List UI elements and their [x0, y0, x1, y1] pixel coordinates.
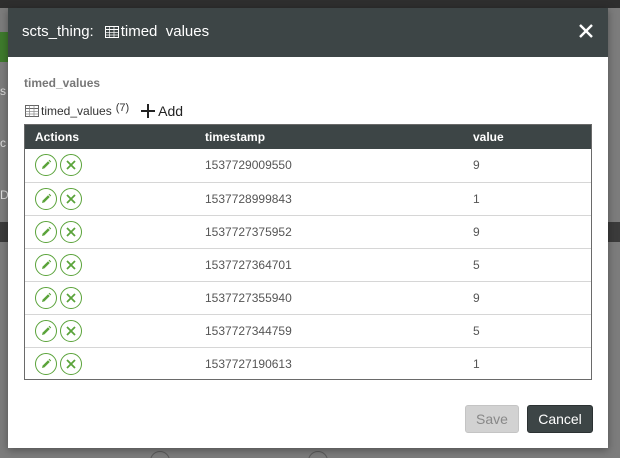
- row-actions: [35, 188, 82, 210]
- edit-row-button[interactable]: [35, 154, 57, 176]
- value-cell: 9: [473, 291, 480, 305]
- plus-icon: [141, 104, 156, 118]
- add-label: Add: [158, 103, 184, 119]
- grid-icon: [104, 25, 119, 38]
- edit-row-button[interactable]: [35, 353, 57, 375]
- x-circle-icon: [65, 358, 77, 370]
- timestamp-cell: 1537727190613: [205, 357, 292, 371]
- edit-row-button[interactable]: [35, 188, 57, 210]
- cancel-button[interactable]: Cancel: [527, 405, 593, 433]
- x-circle-icon: [65, 226, 77, 238]
- edit-row-button[interactable]: [35, 320, 57, 342]
- table-row: 1537727190613 1: [25, 347, 591, 380]
- delete-row-button[interactable]: [60, 188, 82, 210]
- table-row: 1537727364701 5: [25, 248, 591, 281]
- collection-count: (7): [115, 102, 130, 114]
- delete-row-button[interactable]: [60, 320, 82, 342]
- timestamp-cell: 1537727364701: [205, 258, 292, 272]
- table-row: 1537727344759 5: [25, 314, 591, 347]
- background-text-fragment: c: [0, 136, 6, 150]
- table-row: 1537729009550 9: [25, 149, 591, 182]
- pencil-icon: [40, 193, 52, 205]
- table-row: 1537727355940 9: [25, 281, 591, 314]
- delete-row-button[interactable]: [60, 254, 82, 276]
- pencil-icon: [40, 325, 52, 337]
- value-cell: 1: [473, 357, 480, 371]
- value-cell: 5: [473, 258, 480, 272]
- grid-icon: [25, 105, 39, 117]
- thing-name: scts_thing:: [22, 23, 94, 40]
- modal-header: scts_thing: timed values: [8, 8, 608, 57]
- edit-row-button[interactable]: [35, 221, 57, 243]
- timestamp-cell: 1537728999843: [205, 192, 292, 206]
- table-body: 1537729009550 9 1537728999843 1 153772737595…: [25, 149, 591, 380]
- entity-title: timed values: [104, 23, 210, 40]
- row-actions: [35, 254, 82, 276]
- pencil-icon: [40, 159, 52, 171]
- x-circle-icon: [65, 193, 77, 205]
- row-actions: [35, 154, 82, 176]
- value-cell: 9: [473, 158, 480, 172]
- pencil-icon: [40, 292, 52, 304]
- x-circle-icon: [65, 325, 77, 337]
- modal-title: scts_thing: timed values: [22, 23, 209, 40]
- row-actions: [35, 221, 82, 243]
- pencil-icon: [40, 259, 52, 271]
- column-header-value: value: [473, 130, 504, 144]
- background-text-fragment: s: [0, 84, 6, 98]
- x-circle-icon: [65, 159, 77, 171]
- row-actions: [35, 287, 82, 309]
- delete-row-button[interactable]: [60, 154, 82, 176]
- timestamp-cell: 1537727375952: [205, 225, 292, 239]
- value-cell: 9: [473, 225, 480, 239]
- collection-toolbar: timed_values (7) Add: [25, 102, 183, 120]
- row-actions: [35, 320, 82, 342]
- collection-label: timed_values: [41, 104, 112, 118]
- add-button[interactable]: Add: [141, 103, 183, 119]
- pencil-icon: [40, 358, 52, 370]
- table-row: 1537727375952 9: [25, 215, 591, 248]
- edit-thing-modal: scts_thing: timed values timed_values ti…: [8, 8, 608, 448]
- table-header: Actions timestamp value: [25, 125, 591, 149]
- delete-row-button[interactable]: [60, 353, 82, 375]
- row-actions: [35, 353, 82, 375]
- timestamp-cell: 1537727355940: [205, 291, 292, 305]
- column-header-timestamp: timestamp: [205, 130, 266, 144]
- timed-values-table: Actions timestamp value 1537729009550 9 15…: [24, 124, 592, 380]
- entity-title-label: timed values: [120, 23, 210, 40]
- timestamp-cell: 1537727344759: [205, 324, 292, 338]
- edit-row-button[interactable]: [35, 287, 57, 309]
- background-topbar: [0, 0, 620, 8]
- x-circle-icon: [65, 259, 77, 271]
- value-cell: 5: [473, 324, 480, 338]
- pencil-icon: [40, 226, 52, 238]
- table-row: 1537728999843 1: [25, 182, 591, 215]
- timestamp-cell: 1537729009550: [205, 158, 292, 172]
- value-cell: 1: [473, 192, 480, 206]
- close-icon: [579, 24, 593, 38]
- close-button[interactable]: [576, 21, 596, 41]
- section-title: timed_values: [24, 76, 101, 90]
- column-header-actions: Actions: [35, 130, 80, 144]
- delete-row-button[interactable]: [60, 221, 82, 243]
- delete-row-button[interactable]: [60, 287, 82, 309]
- save-button[interactable]: Save: [465, 405, 519, 433]
- edit-row-button[interactable]: [35, 254, 57, 276]
- x-circle-icon: [65, 292, 77, 304]
- background-green-tab: [0, 32, 8, 62]
